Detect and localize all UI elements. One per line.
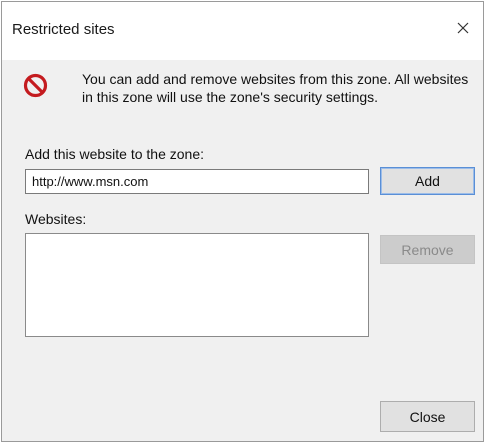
add-button[interactable]: Add (380, 167, 475, 195)
restricted-icon (23, 73, 48, 98)
dialog-title: Restricted sites (12, 21, 115, 38)
info-message: You can add and remove websites from thi… (82, 71, 469, 105)
website-url-input[interactable] (25, 169, 369, 194)
restricted-sites-dialog: Restricted sites You can add and remove … (1, 1, 484, 442)
title-close-button[interactable] (451, 16, 475, 40)
title-bar: Restricted sites (2, 2, 483, 60)
dialog-content: You can add and remove websites from thi… (2, 60, 483, 441)
websites-list[interactable] (25, 233, 369, 337)
close-icon (457, 22, 469, 34)
add-website-label: Add this website to the zone: (25, 146, 204, 162)
websites-label: Websites: (25, 211, 87, 227)
remove-button[interactable]: Remove (380, 235, 475, 264)
close-button[interactable]: Close (380, 401, 475, 432)
